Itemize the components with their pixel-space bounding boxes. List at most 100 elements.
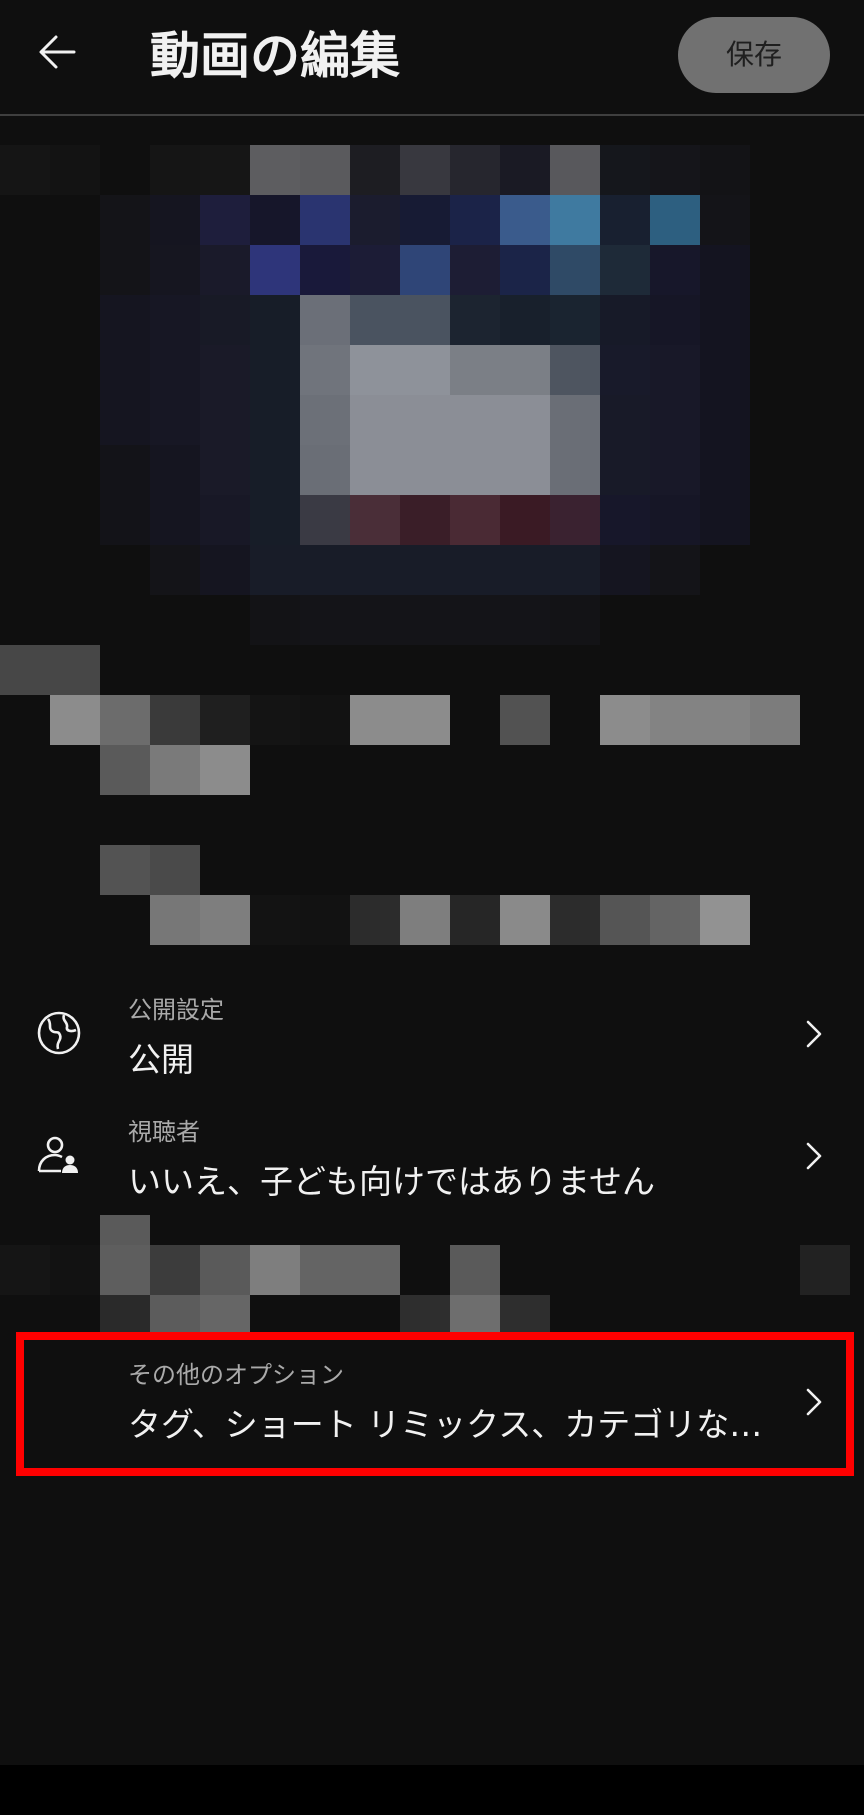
- redacted-pixel-block: [250, 395, 300, 445]
- redacted-pixel-block: [550, 595, 600, 645]
- redacted-pixel-block: [600, 445, 650, 495]
- more-options-row[interactable]: その他のオプション タグ、ショート リミックス、カテゴリな…: [0, 1340, 864, 1468]
- redacted-pixel-block: [200, 295, 250, 345]
- redacted-pixel-block: [150, 695, 200, 745]
- redacted-pixel-block: [450, 245, 500, 295]
- redacted-pixel-block: [200, 1295, 250, 1337]
- redacted-pixel-block: [150, 295, 200, 345]
- redacted-pixel-block: [650, 245, 700, 295]
- redacted-pixel-block: [550, 445, 600, 495]
- redacted-pixel-block: [450, 895, 500, 945]
- audience-value: いいえ、子ども向けではありません: [128, 1162, 656, 1201]
- redacted-pixel-block: [350, 345, 400, 395]
- redacted-pixel-block: [350, 545, 400, 595]
- redacted-pixel-block: [450, 545, 500, 595]
- redacted-pixel-block: [600, 345, 650, 395]
- redacted-pixel-block: [550, 895, 600, 945]
- redacted-pixel-block: [0, 645, 50, 695]
- redacted-pixel-block: [250, 1245, 300, 1295]
- redacted-pixel-block: [550, 295, 600, 345]
- redacted-pixel-block: [350, 495, 400, 545]
- redacted-pixel-block: [250, 245, 300, 295]
- redacted-pixel-block: [150, 895, 200, 945]
- redacted-pixel-block: [500, 245, 550, 295]
- globe-icon: [34, 1008, 84, 1058]
- system-navigation-bar: [0, 1765, 864, 1815]
- redacted-pixel-block: [700, 495, 750, 545]
- redacted-pixel-block: [350, 445, 400, 495]
- redacted-pixel-block: [300, 295, 350, 345]
- redacted-pixel-block: [200, 245, 250, 295]
- redacted-pixel-block: [100, 1245, 150, 1295]
- redacted-pixel-block: [550, 245, 600, 295]
- redacted-pixel-block: [550, 345, 600, 395]
- redacted-pixel-block: [100, 495, 150, 545]
- redacted-pixel-block: [150, 395, 200, 445]
- redacted-pixel-block: [350, 145, 400, 195]
- redacted-pixel-block: [600, 545, 650, 595]
- redacted-pixel-block: [500, 495, 550, 545]
- redacted-pixel-block: [300, 495, 350, 545]
- redacted-pixel-block: [150, 195, 200, 245]
- redacted-pixel-block: [600, 295, 650, 345]
- redacted-pixel-block: [450, 145, 500, 195]
- redacted-pixel-block: [300, 895, 350, 945]
- redacted-pixel-block: [300, 445, 350, 495]
- back-button[interactable]: [34, 26, 86, 78]
- redacted-pixel-block: [150, 1245, 200, 1295]
- redacted-pixel-block: [700, 195, 750, 245]
- redacted-pixel-block: [600, 895, 650, 945]
- redacted-pixel-block: [250, 895, 300, 945]
- redacted-pixel-block: [150, 445, 200, 495]
- redacted-pixel-block: [50, 645, 100, 695]
- redacted-pixel-block: [200, 895, 250, 945]
- redacted-pixel-block: [200, 695, 250, 745]
- redacted-pixel-block: [300, 195, 350, 245]
- redacted-pixel-block: [400, 1295, 450, 1337]
- redacted-pixel-block: [600, 195, 650, 245]
- redacted-pixel-block: [350, 595, 400, 645]
- redacted-pixel-block: [200, 195, 250, 245]
- redacted-pixel-block: [500, 445, 550, 495]
- redacted-pixel-block: [400, 495, 450, 545]
- redacted-pixel-block: [500, 595, 550, 645]
- redacted-pixel-block: [700, 245, 750, 295]
- redacted-pixel-block: [500, 395, 550, 445]
- audience-setting-row[interactable]: 視聴者 いいえ、子ども向けではありません: [0, 1097, 864, 1219]
- redacted-pixel-block: [350, 895, 400, 945]
- redacted-pixel-block: [200, 1245, 250, 1295]
- redacted-pixel-block: [50, 1245, 100, 1295]
- visibility-setting-row[interactable]: 公開設定 公開: [0, 975, 864, 1095]
- redacted-pixel-block: [200, 145, 250, 195]
- redacted-pixel-block: [250, 195, 300, 245]
- redacted-pixel-block: [700, 695, 750, 745]
- redacted-pixel-block: [100, 695, 150, 745]
- redacted-pixel-block: [700, 145, 750, 195]
- redacted-pixel-block: [200, 545, 250, 595]
- redacted-pixel-block: [550, 195, 600, 245]
- redacted-pixel-block: [650, 345, 700, 395]
- redacted-pixel-block: [350, 195, 400, 245]
- audience-icon: [34, 1130, 84, 1180]
- redacted-pixel-block: [300, 345, 350, 395]
- redacted-pixel-block: [100, 845, 150, 895]
- redacted-pixel-block: [100, 345, 150, 395]
- redacted-pixel-block: [400, 545, 450, 595]
- redacted-pixel-block: [500, 1295, 550, 1337]
- redacted-pixel-block: [300, 545, 350, 595]
- audience-label: 視聴者: [128, 1118, 200, 1146]
- redacted-pixel-block: [300, 245, 350, 295]
- redacted-pixel-block: [250, 145, 300, 195]
- redacted-pixel-block: [500, 295, 550, 345]
- redacted-pixel-block: [200, 745, 250, 795]
- redacted-pixel-block: [650, 495, 700, 545]
- redacted-pixel-block: [350, 1245, 400, 1295]
- redacted-pixel-block: [300, 145, 350, 195]
- redacted-pixel-block: [50, 695, 100, 745]
- chevron-right-icon: [797, 1139, 831, 1173]
- redacted-pixel-block: [150, 845, 200, 895]
- save-button[interactable]: 保存: [678, 17, 830, 93]
- redacted-pixel-block: [50, 145, 100, 195]
- redacted-pixel-block: [650, 195, 700, 245]
- visibility-value: 公開: [128, 1040, 194, 1079]
